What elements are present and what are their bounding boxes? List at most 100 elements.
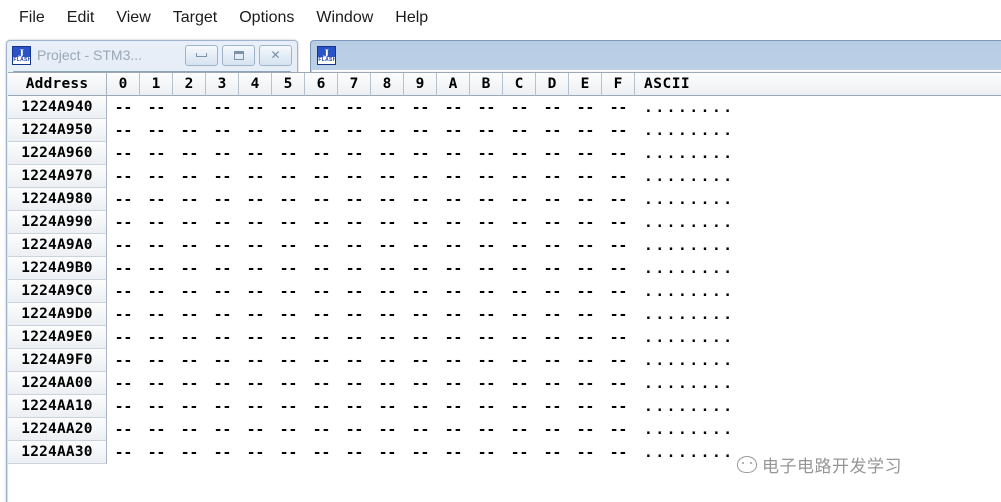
hex-byte-cell[interactable]: -- (107, 257, 140, 280)
hex-byte-cell[interactable]: -- (602, 372, 635, 395)
hex-byte-cell[interactable]: -- (371, 303, 404, 326)
hex-byte-cell[interactable]: -- (503, 142, 536, 165)
hex-byte-cell[interactable]: -- (602, 349, 635, 372)
hex-byte-cell[interactable]: -- (239, 372, 272, 395)
hex-byte-cell[interactable]: -- (206, 395, 239, 418)
hex-byte-cell[interactable]: -- (272, 234, 305, 257)
hex-byte-cell[interactable]: -- (437, 234, 470, 257)
hex-byte-cell[interactable]: -- (470, 372, 503, 395)
hex-byte-cell[interactable]: -- (107, 234, 140, 257)
hex-byte-cell[interactable]: -- (371, 326, 404, 349)
hex-byte-cell[interactable]: -- (569, 418, 602, 441)
hex-byte-cell[interactable]: -- (404, 211, 437, 234)
hex-byte-cell[interactable]: -- (503, 165, 536, 188)
hex-byte-cell[interactable]: -- (536, 257, 569, 280)
menu-item-options[interactable]: Options (228, 7, 305, 29)
hex-byte-cell[interactable]: -- (272, 96, 305, 119)
hex-byte-cell[interactable]: -- (107, 188, 140, 211)
hex-byte-cell[interactable]: -- (206, 303, 239, 326)
hex-byte-cell[interactable]: -- (206, 119, 239, 142)
hex-byte-cell[interactable]: -- (305, 303, 338, 326)
hex-byte-cell[interactable]: -- (404, 418, 437, 441)
hex-byte-cell[interactable]: -- (470, 395, 503, 418)
hex-byte-cell[interactable]: -- (140, 211, 173, 234)
hex-byte-cell[interactable]: -- (239, 188, 272, 211)
hex-byte-cell[interactable]: -- (404, 349, 437, 372)
hex-byte-cell[interactable]: -- (470, 257, 503, 280)
hex-byte-cell[interactable]: -- (602, 119, 635, 142)
hex-row[interactable]: 1224A960 -- -- -- -- -- -- -- -- -- -- -- -- -- -- -- --… (8, 142, 1001, 165)
hex-byte-cell[interactable]: -- (107, 96, 140, 119)
hex-byte-cell[interactable]: -- (206, 142, 239, 165)
hex-byte-cell[interactable]: -- (503, 211, 536, 234)
hex-byte-cell[interactable]: -- (503, 326, 536, 349)
hex-byte-cell[interactable]: -- (437, 349, 470, 372)
hex-byte-cell[interactable]: -- (503, 257, 536, 280)
hex-byte-cell[interactable]: -- (503, 234, 536, 257)
hex-byte-cell[interactable]: -- (272, 418, 305, 441)
hex-byte-cell[interactable]: -- (536, 395, 569, 418)
hex-byte-cell[interactable]: -- (239, 211, 272, 234)
hex-byte-cell[interactable]: -- (305, 280, 338, 303)
hex-byte-cell[interactable]: -- (305, 96, 338, 119)
hex-byte-cell[interactable]: -- (239, 96, 272, 119)
hex-byte-cell[interactable]: -- (173, 142, 206, 165)
hex-byte-cell[interactable]: -- (569, 395, 602, 418)
project-title-bar[interactable]: J FLASH Project - STM3... ✕ (7, 41, 297, 69)
hex-byte-cell[interactable]: -- (437, 418, 470, 441)
hex-byte-cell[interactable]: -- (437, 441, 470, 464)
hex-byte-cell[interactable]: -- (602, 395, 635, 418)
hex-byte-cell[interactable]: -- (239, 418, 272, 441)
hex-byte-cell[interactable]: -- (602, 257, 635, 280)
hex-byte-cell[interactable]: -- (140, 372, 173, 395)
hex-byte-cell[interactable]: -- (305, 395, 338, 418)
maximize-button[interactable] (222, 44, 255, 66)
hex-byte-cell[interactable]: -- (107, 303, 140, 326)
hex-byte-cell[interactable]: -- (338, 188, 371, 211)
hex-byte-cell[interactable]: -- (107, 372, 140, 395)
hex-byte-cell[interactable]: -- (239, 165, 272, 188)
hex-byte-cell[interactable]: -- (371, 119, 404, 142)
hex-byte-cell[interactable]: -- (437, 165, 470, 188)
hex-byte-cell[interactable]: -- (536, 349, 569, 372)
hex-byte-cell[interactable]: -- (602, 188, 635, 211)
hex-byte-cell[interactable]: -- (272, 119, 305, 142)
hex-byte-cell[interactable]: -- (272, 280, 305, 303)
hex-byte-cell[interactable]: -- (206, 418, 239, 441)
hex-byte-cell[interactable]: -- (272, 142, 305, 165)
hex-byte-cell[interactable]: -- (305, 234, 338, 257)
hex-byte-cell[interactable]: -- (239, 395, 272, 418)
hex-byte-cell[interactable]: -- (371, 211, 404, 234)
hex-byte-cell[interactable]: -- (107, 349, 140, 372)
hex-byte-cell[interactable]: -- (569, 326, 602, 349)
hex-byte-cell[interactable]: -- (371, 142, 404, 165)
hex-byte-cell[interactable]: -- (338, 211, 371, 234)
hex-byte-cell[interactable]: -- (305, 119, 338, 142)
hex-byte-cell[interactable]: -- (503, 188, 536, 211)
hex-byte-cell[interactable]: -- (470, 211, 503, 234)
hex-byte-cell[interactable]: -- (503, 349, 536, 372)
hex-byte-cell[interactable]: -- (140, 165, 173, 188)
hex-byte-cell[interactable]: -- (338, 326, 371, 349)
hex-byte-cell[interactable]: -- (239, 303, 272, 326)
hex-byte-cell[interactable]: -- (305, 326, 338, 349)
hex-byte-cell[interactable]: -- (437, 257, 470, 280)
hex-byte-cell[interactable]: -- (536, 234, 569, 257)
hex-byte-cell[interactable]: -- (173, 441, 206, 464)
hex-byte-cell[interactable]: -- (206, 211, 239, 234)
hex-byte-cell[interactable]: -- (173, 349, 206, 372)
hex-byte-cell[interactable]: -- (206, 234, 239, 257)
hex-byte-cell[interactable]: -- (536, 303, 569, 326)
hex-byte-cell[interactable]: -- (107, 418, 140, 441)
hex-byte-cell[interactable]: -- (206, 441, 239, 464)
hex-byte-cell[interactable]: -- (239, 257, 272, 280)
hex-byte-cell[interactable]: -- (140, 257, 173, 280)
hex-byte-cell[interactable]: -- (470, 280, 503, 303)
hex-byte-cell[interactable]: -- (470, 234, 503, 257)
hex-byte-cell[interactable]: -- (404, 234, 437, 257)
hex-byte-cell[interactable]: -- (140, 234, 173, 257)
hex-byte-cell[interactable]: -- (239, 326, 272, 349)
hex-data-grid[interactable]: Address 0 1 2 3 4 5 6 7 8 9 A B C D E F ASCII 1224A940 -- -… (8, 72, 1001, 502)
hex-byte-cell[interactable]: -- (371, 395, 404, 418)
hex-byte-cell[interactable]: -- (107, 165, 140, 188)
